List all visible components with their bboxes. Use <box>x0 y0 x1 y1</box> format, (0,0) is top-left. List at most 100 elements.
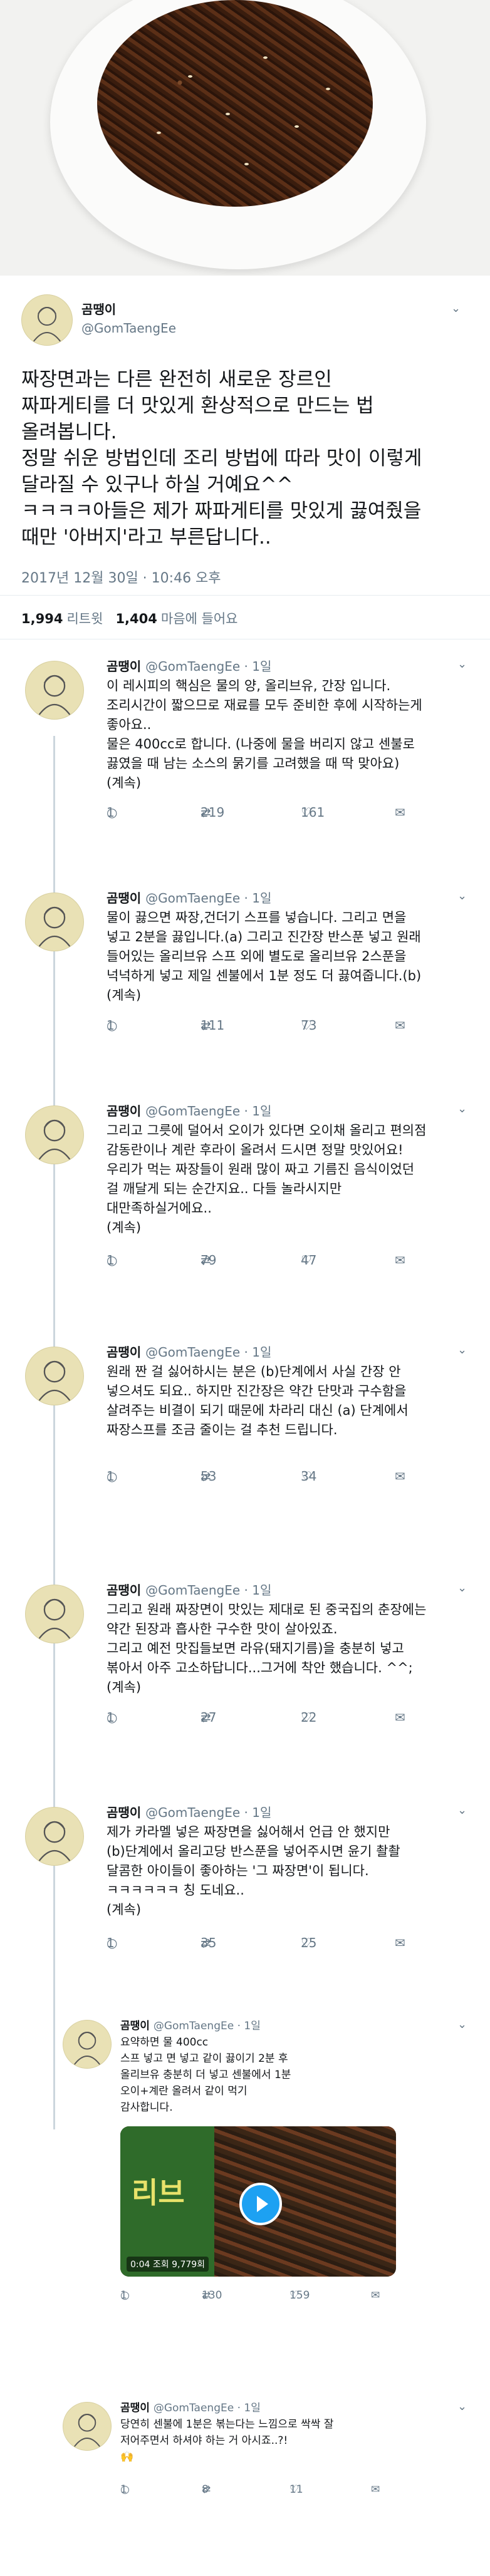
sesame-seed <box>188 75 192 78</box>
chevron-down-icon[interactable]: ⌄ <box>457 2018 467 2031</box>
reply-author[interactable]: 곰땡이 @GomTaengEe · 1일 <box>120 2399 261 2414</box>
header-photo <box>0 0 490 276</box>
reply-meta[interactable]: @GomTaengEe · 1일 <box>154 2402 261 2414</box>
comment-count: 1 <box>107 1253 115 1268</box>
chevron-down-icon[interactable]: ⌄ <box>457 658 467 671</box>
avatar[interactable] <box>25 1585 84 1643</box>
reply-line: 짜장스프를 조금 줄이는 걸 추천 드립니다. <box>107 1422 338 1437</box>
chevron-down-icon[interactable]: ⌄ <box>457 1102 467 1115</box>
reply-meta[interactable]: @GomTaengEe · 1일 <box>145 891 271 906</box>
reply-name[interactable]: 곰땡이 <box>107 1583 141 1598</box>
tweet-date[interactable]: 2017년 12월 30일 · 10:46 오후 <box>21 567 221 587</box>
reply-author[interactable]: 곰땡이 @GomTaengEe · 1일 <box>107 1580 271 1598</box>
reply-line: 원래 짠 걸 싫어하시는 분은 (b)단계에서 사실 간장 안 <box>107 1364 401 1379</box>
avatar[interactable] <box>25 1347 84 1405</box>
reply-author[interactable]: 곰땡이 @GomTaengEe · 1일 <box>107 1101 271 1119</box>
retweet-count: 53 <box>201 1469 217 1484</box>
mail-icon[interactable]: ✉ <box>395 1935 405 1950</box>
reply-line: 감사합니다. <box>120 2101 173 2114</box>
reply-name[interactable]: 곰땡이 <box>107 1805 141 1820</box>
reply-meta[interactable]: @GomTaengEe · 1일 <box>145 659 271 674</box>
video-player[interactable]: 리브 0:04 조회 9,779회 <box>120 2126 396 2277</box>
reply-actions: ○ 1 ⇄ 8 ♡ 11 ✉ <box>120 2483 471 2502</box>
play-icon[interactable] <box>239 2183 282 2225</box>
avatar[interactable] <box>21 294 73 346</box>
reply-name[interactable]: 곰땡이 <box>107 891 141 906</box>
reply-line: 조리시간이 짧으므로 재료를 모두 준비한 후에 시작하는게 <box>107 698 422 713</box>
video-meta: 0:04 조회 9,779회 <box>127 2257 209 2272</box>
reply-text: 요약하면 물 400cc 스프 넣고 면 넣고 같이 끓이기 2분 후 올리브유… <box>120 2034 465 2116</box>
reply-name[interactable]: 곰땡이 <box>120 2020 150 2032</box>
like-count[interactable]: 1,404 <box>115 611 157 626</box>
mail-icon[interactable]: ✉ <box>395 1469 405 1484</box>
reply-actions: ○ 1 ⇄ 219 ♡ 161 ✉ <box>107 805 482 824</box>
author-name[interactable]: 곰땡이 <box>81 299 116 318</box>
avatar[interactable] <box>25 1807 84 1866</box>
avatar[interactable] <box>25 661 84 720</box>
reply-line: 그리고 예전 맛집들보면 라유(돼지기름)을 충분히 넣고 <box>107 1641 404 1656</box>
retweet-count: 130 <box>202 2289 222 2302</box>
reply-meta[interactable]: @GomTaengEe · 1일 <box>145 1104 271 1119</box>
reply-line: (계속) <box>107 775 142 790</box>
reply-actions: ○ 1 ⇄ 79 ♡ 47 ✉ <box>107 1253 482 1271</box>
reply-line: 살려주는 비결이 되기 때문에 차라리 대신 (a) 단계에서 <box>107 1403 409 1418</box>
reply-author[interactable]: 곰땡이 @GomTaengEe · 1일 <box>107 1342 271 1360</box>
mail-icon[interactable]: ✉ <box>395 1018 405 1033</box>
reply-line: 그리고 그릇에 덜어서 오이가 있다면 오이채 올리고 편의점 <box>107 1123 427 1138</box>
reply-meta[interactable]: @GomTaengEe · 1일 <box>145 1345 271 1360</box>
like-count: 47 <box>301 1253 317 1268</box>
reply-meta[interactable]: @GomTaengEe · 1일 <box>145 1805 271 1820</box>
reply-line: 제가 카라멜 넣은 짜장면을 싫어해서 언급 안 했지만 <box>107 1824 390 1839</box>
reply-name[interactable]: 곰땡이 <box>107 1345 141 1360</box>
reply-line: 이 레시피의 핵심은 물의 양, 올리브유, 간장 입니다. <box>107 678 391 693</box>
reply-line: 물이 끓으면 짜장,건더기 스프를 넣습니다. 그리고 면을 <box>107 910 407 925</box>
retweet-count[interactable]: 1,994 <box>21 611 63 626</box>
mail-icon[interactable]: ✉ <box>395 1710 405 1725</box>
comment-count: 1 <box>120 2289 127 2302</box>
retweet-label[interactable]: 리트윗 <box>66 611 103 626</box>
reply-name[interactable]: 곰땡이 <box>107 1104 141 1119</box>
comment-count: 1 <box>120 2483 127 2496</box>
reply-name[interactable]: 곰땡이 <box>107 659 141 674</box>
reply-line: 당연히 센불에 1분은 볶는다는 느낌으로 싹싹 잘 <box>120 2418 334 2431</box>
like-label[interactable]: 마음에 들어요 <box>161 611 238 626</box>
chevron-down-icon[interactable]: ⌄ <box>457 1343 467 1357</box>
reply-name[interactable]: 곰땡이 <box>120 2402 150 2414</box>
reply-author[interactable]: 곰땡이 @GomTaengEe · 1일 <box>107 656 271 675</box>
mail-icon[interactable]: ✉ <box>371 2483 380 2496</box>
package-image: 리브 <box>120 2126 214 2277</box>
reply-meta[interactable]: @GomTaengEe · 1일 <box>154 2020 261 2032</box>
avatar[interactable] <box>63 2020 112 2069</box>
reply-actions: ○ 1 ⇄ 35 ♡ 25 ✉ <box>107 1935 482 1954</box>
retweet-count: 8 <box>202 2483 209 2496</box>
reply-author[interactable]: 곰땡이 @GomTaengEe · 1일 <box>107 1803 271 1821</box>
chevron-down-icon[interactable]: ⌄ <box>457 2400 467 2413</box>
reply-author[interactable]: 곰땡이 @GomTaengEe · 1일 <box>120 2017 261 2032</box>
reply-text: 그리고 원래 짜장면이 맛있는 제대로 된 중국집의 춘장에는 약간 된장과 흡… <box>107 1600 489 1697</box>
chevron-down-icon[interactable]: ⌄ <box>457 1581 467 1595</box>
mail-icon[interactable]: ✉ <box>395 805 405 820</box>
chevron-down-icon[interactable]: ⌄ <box>457 1804 467 1817</box>
comment-count: 1 <box>107 805 115 820</box>
avatar[interactable] <box>25 892 84 951</box>
reply-line: 대만족하실거에요.. <box>107 1201 212 1216</box>
tweet-line: 달라질 수 있구나 하실 거예요^^ <box>21 473 293 496</box>
reply-actions: ○ 1 ⇄ 111 ♡ 73 ✉ <box>107 1018 482 1037</box>
sesame-seed <box>263 56 268 59</box>
reply-author[interactable]: 곰땡이 @GomTaengEe · 1일 <box>107 888 271 906</box>
reply-line: (계속) <box>107 1680 142 1695</box>
chevron-down-icon[interactable]: ⌄ <box>451 302 461 315</box>
mail-icon[interactable]: ✉ <box>395 1253 405 1268</box>
reply-line: 요약하면 물 400cc <box>120 2036 209 2049</box>
reply-text: 당연히 센불에 1분은 볶는다는 느낌으로 싹싹 잘 저어주면서 하셔야 하는 … <box>120 2416 465 2465</box>
avatar[interactable] <box>63 2402 112 2451</box>
like-count: 34 <box>301 1469 317 1484</box>
comment-count: 1 <box>107 1018 115 1033</box>
chevron-down-icon[interactable]: ⌄ <box>457 889 467 903</box>
reply-meta[interactable]: @GomTaengEe · 1일 <box>145 1583 271 1598</box>
like-count: 25 <box>301 1935 317 1950</box>
mail-icon[interactable]: ✉ <box>371 2289 380 2302</box>
avatar[interactable] <box>25 1105 84 1164</box>
tweet-stats: 1,994 리트윗 1,404 마음에 들어요 <box>21 609 237 628</box>
author-handle[interactable]: @GomTaengEe <box>81 321 176 336</box>
